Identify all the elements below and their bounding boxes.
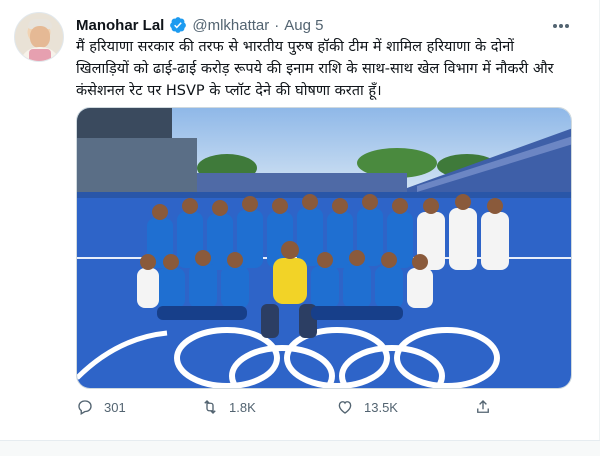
page-footer-strip bbox=[0, 440, 600, 456]
like-action[interactable]: 13.5K bbox=[336, 398, 398, 416]
tweet-header: Manohar Lal @mlkhattar · Aug 5 bbox=[76, 14, 323, 36]
retweet-action[interactable]: 1.8K bbox=[201, 398, 256, 416]
author-name[interactable]: Manohar Lal bbox=[76, 17, 164, 34]
reply-count: 301 bbox=[104, 399, 126, 415]
verified-badge-icon bbox=[170, 17, 187, 33]
like-icon bbox=[338, 401, 352, 414]
like-count: 13.5K bbox=[364, 399, 398, 415]
tweet-actions: 301 1.8K 13.5K bbox=[76, 398, 506, 422]
author-handle[interactable]: @mlkhattar bbox=[192, 17, 269, 34]
separator-dot: · bbox=[274, 16, 280, 34]
tweet-photo[interactable] bbox=[76, 107, 572, 389]
retweet-icon bbox=[204, 400, 216, 414]
share-action[interactable] bbox=[474, 398, 492, 416]
tweet-text: मैं हरियाणा सरकार की तरफ से भारतीय पुरुष… bbox=[76, 39, 554, 99]
tweet-date[interactable]: Aug 5 bbox=[284, 17, 323, 34]
tweet-card[interactable]: Manohar Lal @mlkhattar · Aug 5 मैं हरिया… bbox=[0, 0, 600, 440]
team-photo-illustration bbox=[77, 108, 571, 388]
reply-action[interactable]: 301 bbox=[76, 398, 126, 416]
share-icon bbox=[477, 400, 489, 413]
author-avatar[interactable] bbox=[14, 12, 64, 62]
retweet-count: 1.8K bbox=[229, 399, 256, 415]
more-options-icon[interactable] bbox=[550, 16, 572, 36]
reply-icon bbox=[78, 400, 92, 415]
